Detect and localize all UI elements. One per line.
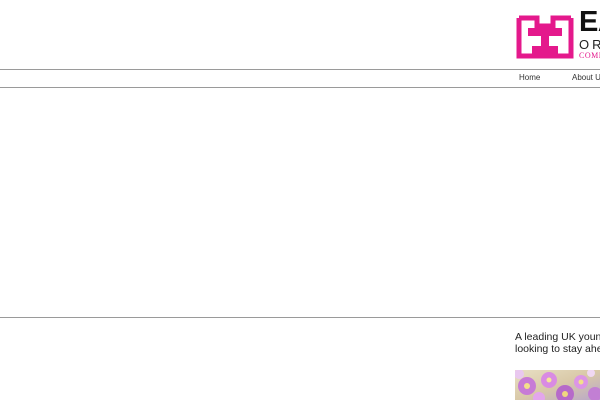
intro-line-2: looking to stay ahea [515, 343, 600, 355]
main-navigation: Home About Us [0, 69, 600, 88]
logo-subline: ORN [579, 37, 600, 52]
section-divider [0, 317, 600, 318]
logo-tagline: COMM [579, 51, 600, 60]
nav-about-us-link[interactable]: About Us [572, 73, 600, 82]
book-rail-icon [516, 15, 574, 59]
site-logo[interactable]: EA ORN COMM [515, 8, 600, 60]
hero-content-area [0, 88, 600, 316]
intro-line-1: A leading UK young [515, 331, 600, 343]
nav-home-link[interactable]: Home [519, 73, 540, 82]
pink-flowers-image [515, 370, 600, 400]
logo-wordmark: EA [579, 8, 600, 38]
intro-text: A leading UK young looking to stay ahea [515, 331, 600, 355]
